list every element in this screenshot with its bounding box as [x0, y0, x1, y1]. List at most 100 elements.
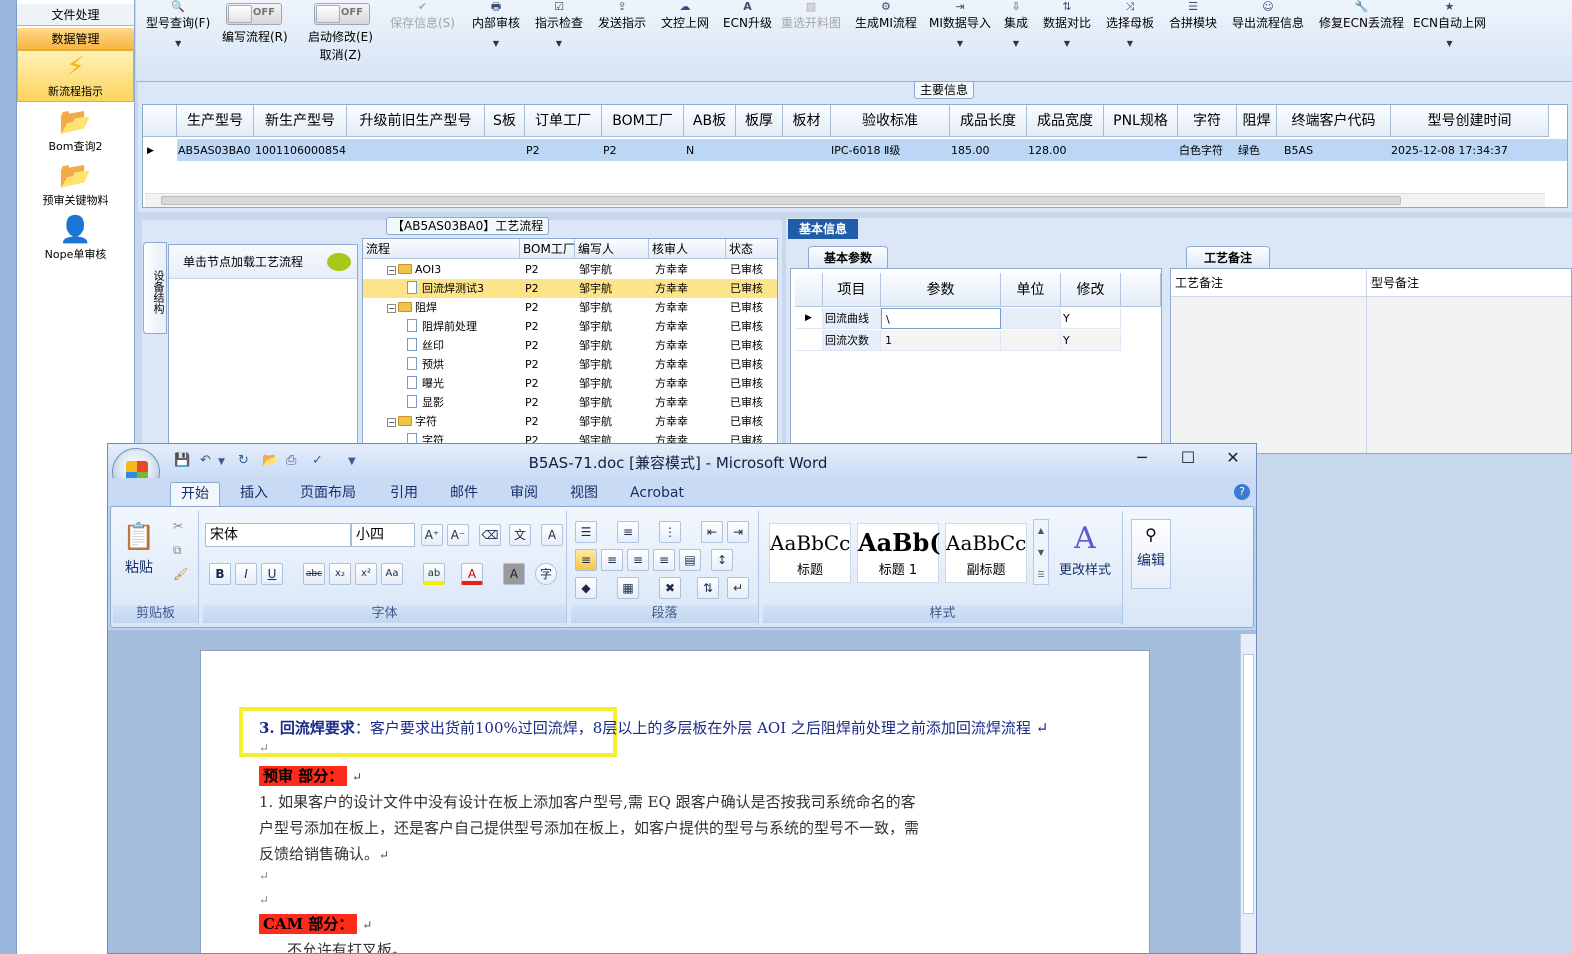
cell[interactable]: 1 [881, 330, 1001, 351]
cell[interactable]: P2 [525, 260, 575, 279]
col-header[interactable]: 流程 [363, 239, 520, 259]
doc-line-1[interactable]: 3. 回流焊要求：客户要求出货前100%过回流焊，8层以上的多层板在外层 AOI… [259, 717, 1048, 738]
vertical-scrollbar[interactable] [1240, 634, 1256, 953]
col-header[interactable]: 编写人 [575, 239, 649, 259]
data-compare-button[interactable]: ⇅ 数据对比 ▼ [1043, 0, 1091, 56]
col-header[interactable]: AB板 [684, 105, 736, 137]
chevron-down-icon[interactable]: ▼ [218, 457, 225, 467]
cell[interactable]: 邹宇航 [579, 279, 649, 298]
side-tab-device-structure[interactable]: 设备结构 [143, 242, 167, 334]
mi-data-import-button[interactable]: ⇥ MI数据导入 ▼ [929, 0, 991, 56]
distributed-icon[interactable]: ▤ [679, 549, 701, 571]
merge-module-button[interactable]: ☰ 合拼模块 [1169, 0, 1217, 32]
col-header[interactable]: 单位 [1001, 273, 1061, 307]
cell[interactable]: 已审核 [730, 412, 776, 431]
doc-paragraph[interactable]: 1. 如果客户的设计文件中没有设计在板上添加客户型号,需 EQ 跟客户确认是否按… [259, 791, 916, 812]
style-heading-1[interactable]: AaBb(标题 1 [857, 523, 941, 583]
col-header[interactable]: 成品宽度 [1027, 105, 1104, 137]
format-painter-icon[interactable]: 🖌 [173, 567, 188, 581]
style-subtitle[interactable]: AaBbCc 副标题 [945, 523, 1027, 583]
col-header[interactable]: 成品长度 [950, 105, 1027, 137]
align-center-icon[interactable]: ≡ [601, 549, 623, 571]
font-size-select[interactable]: 小四 [351, 523, 415, 547]
col-header[interactable]: 板材 [783, 105, 831, 137]
cell[interactable]: Y [1061, 330, 1121, 351]
cell[interactable]: 邹宇航 [579, 374, 649, 393]
change-styles-button[interactable]: A 更改样式 [1053, 519, 1117, 593]
doc-paragraph[interactable]: 户型号添加在板上，还是客户自己提供型号添加在板上，如客户提供的型号与系统的型号不… [259, 817, 919, 838]
increase-indent-icon[interactable]: ⇥ [727, 521, 749, 543]
col-header[interactable]: BOM工厂 [520, 239, 575, 259]
char-shading-icon[interactable]: A [503, 563, 525, 585]
align-left-icon[interactable]: ≡ [575, 549, 597, 571]
col-header[interactable]: 项目 [823, 273, 881, 307]
flow-tree-row[interactable]: − AOI3 P2 邹宇航 方幸幸 已审核 [363, 260, 777, 279]
model-query-button[interactable]: 🔍 型号查询(F) ▼ [146, 0, 210, 56]
tab-home[interactable]: 开始 [170, 482, 220, 506]
cancel-label[interactable]: 取消(Z) [308, 46, 373, 64]
nav-item-new-flow[interactable]: ⚡ 新流程指示 [17, 50, 134, 102]
tab-process-notes[interactable]: 工艺备注 [1186, 246, 1270, 268]
flow-tree-row[interactable]: 曝光 P2 邹宇航 方幸幸 已审核 [363, 374, 777, 393]
nav-item-prereview-material[interactable]: 📂 预审关键物料 [17, 160, 134, 208]
nav-item-bom-query[interactable]: 📂 Bom查询2 [17, 106, 134, 154]
cell[interactable]: P2 [603, 140, 683, 162]
numbering-icon[interactable]: ≡ [617, 521, 639, 543]
col-header[interactable]: 生产型号 [177, 105, 254, 137]
cell[interactable]: 已审核 [730, 317, 776, 336]
cell[interactable]: 方幸幸 [655, 279, 725, 298]
process-note-textarea[interactable] [1171, 297, 1367, 453]
collapse-icon[interactable]: − [387, 266, 396, 275]
cell[interactable]: 128.00 [1028, 140, 1104, 162]
cell[interactable]: 已审核 [730, 260, 776, 279]
cell[interactable]: P2 [525, 336, 575, 355]
cell[interactable]: 邹宇航 [579, 336, 649, 355]
flow-node[interactable]: 丝印 [407, 336, 519, 355]
flow-tree-row[interactable]: − 字符 P2 邹宇航 方幸幸 已审核 [363, 412, 777, 431]
flow-node[interactable]: 曝光 [407, 374, 519, 393]
subscript-icon[interactable]: x₂ [329, 563, 351, 585]
cell[interactable]: 回流曲线 [823, 308, 881, 329]
cell[interactable]: 邹宇航 [579, 412, 649, 431]
customize-qat-icon[interactable]: ▼ [348, 456, 356, 467]
menu-data[interactable]: 数据管理 [17, 28, 134, 50]
bullets-icon[interactable]: ☰ [575, 521, 597, 543]
cell[interactable] [1001, 308, 1061, 329]
cell[interactable]: 已审核 [730, 336, 776, 355]
styles-scroll[interactable]: ▲ ▼ ☰ [1033, 519, 1049, 585]
generate-mi-flow-button[interactable]: ⚙ 生成MI流程 [855, 0, 917, 32]
cell[interactable]: 已审核 [730, 298, 776, 317]
cell[interactable]: P2 [525, 298, 575, 317]
tab-view[interactable]: 视图 [560, 482, 608, 506]
reselect-cutting-button[interactable]: ▨ 重选开料图 [781, 0, 841, 32]
open-icon[interactable]: 📂 [262, 453, 278, 468]
undo-icon[interactable]: ↶ [200, 453, 211, 468]
justify-icon[interactable]: ≡ [653, 549, 675, 571]
cell[interactable]: IPC-6018 Ⅱ级 [831, 140, 950, 162]
enclose-char-icon[interactable]: 字 [535, 563, 557, 585]
scrollbar-thumb[interactable] [161, 196, 1401, 205]
cell[interactable]: 邹宇航 [579, 355, 649, 374]
save-info-button[interactable]: ✔ 保存信息(S) [390, 0, 455, 32]
cell[interactable]: 方幸幸 [655, 374, 725, 393]
cell[interactable]: P2 [526, 140, 602, 162]
col-header[interactable]: PNL规格 [1104, 105, 1178, 137]
cell[interactable]: 已审核 [730, 355, 776, 374]
send-instruction-button[interactable]: ⇪ 发送指示 [598, 0, 646, 32]
cell[interactable]: AB5AS03BA0 [178, 140, 254, 162]
repair-ecn-flow-button[interactable]: 🔧 修复ECN丢流程 [1319, 0, 1404, 32]
flow-node[interactable]: − 阻焊 [387, 298, 519, 317]
doc-control-online-button[interactable]: ☁ 文控上网 [661, 0, 709, 32]
clear-format-icon[interactable]: ⌫ [479, 524, 501, 546]
cell[interactable]: P2 [525, 355, 575, 374]
model-note-textarea[interactable] [1367, 297, 1571, 453]
flow-node[interactable]: − AOI3 [387, 260, 519, 279]
col-header[interactable]: 阻焊 [1237, 105, 1277, 137]
tab-references[interactable]: 引用 [380, 482, 428, 506]
tab-review[interactable]: 审阅 [500, 482, 548, 506]
nav-item-nope-review[interactable]: 👤 Nope单审核 [17, 214, 134, 262]
line-spacing-icon[interactable]: ↕ [711, 549, 733, 571]
col-header[interactable]: 板厚 [736, 105, 783, 137]
cell[interactable]: 白色字符 [1179, 140, 1237, 162]
maximize-icon[interactable]: ☐ [1168, 448, 1208, 467]
